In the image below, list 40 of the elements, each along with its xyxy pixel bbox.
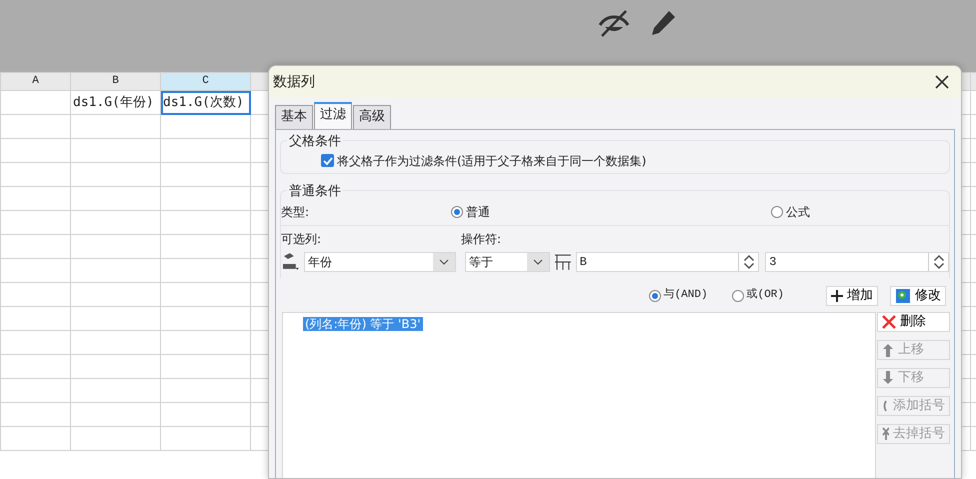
field-label: 操作符: (461, 230, 502, 248)
plus-icon (831, 290, 843, 302)
tab[interactable]: 基本 (275, 105, 313, 128)
radio-button[interactable] (648, 290, 661, 302)
column-header[interactable]: A (0, 72, 70, 90)
chevron-down-icon[interactable] (438, 258, 449, 264)
grid-icon[interactable] (552, 252, 573, 272)
up-arrow-icon (882, 342, 894, 356)
table-cell[interactable]: ds1.G(年份) (70, 90, 160, 114)
value-field[interactable]: 3 (765, 252, 949, 272)
hidden-eye-icon[interactable] (597, 9, 631, 37)
column-header[interactable]: C (160, 72, 250, 90)
down-arrow-icon (882, 370, 894, 384)
column-header[interactable]: B (70, 72, 160, 90)
field-label: 类型: (281, 204, 310, 220)
radio-label[interactable]: 普通 (466, 202, 490, 220)
operator-dropdown[interactable]: 等于 (464, 252, 550, 272)
add-button[interactable]: 增加 (826, 286, 878, 306)
delete-button[interactable]: 删除 (877, 312, 950, 332)
chevron-down-icon[interactable] (532, 258, 543, 264)
checkbox[interactable] (321, 154, 334, 167)
radio-label[interactable]: 公式 (786, 202, 810, 220)
radio-button[interactable] (451, 206, 463, 218)
value-field[interactable]: B (576, 252, 760, 272)
window-title: 数据列 (273, 72, 315, 92)
modify-button[interactable]: 修改 (890, 286, 946, 306)
parentheses-icon (882, 400, 889, 412)
column-dropdown[interactable]: 年份 (304, 252, 456, 272)
table-cell[interactable] (0, 90, 70, 114)
radio-button[interactable] (771, 206, 783, 218)
radio-button[interactable] (732, 290, 744, 302)
tab[interactable]: 高级 (353, 105, 391, 128)
close-icon[interactable] (935, 75, 949, 89)
tab[interactable]: 过滤 (314, 102, 352, 128)
field-label: 可选列: (281, 230, 322, 248)
radio-label[interactable]: 与(AND) (664, 287, 708, 304)
remove-parentheses-icon (882, 426, 889, 440)
radio-label[interactable]: 或(OR) (746, 287, 784, 304)
close-icon (882, 314, 896, 328)
table-cell[interactable]: ds1.G(次数) (160, 90, 250, 114)
